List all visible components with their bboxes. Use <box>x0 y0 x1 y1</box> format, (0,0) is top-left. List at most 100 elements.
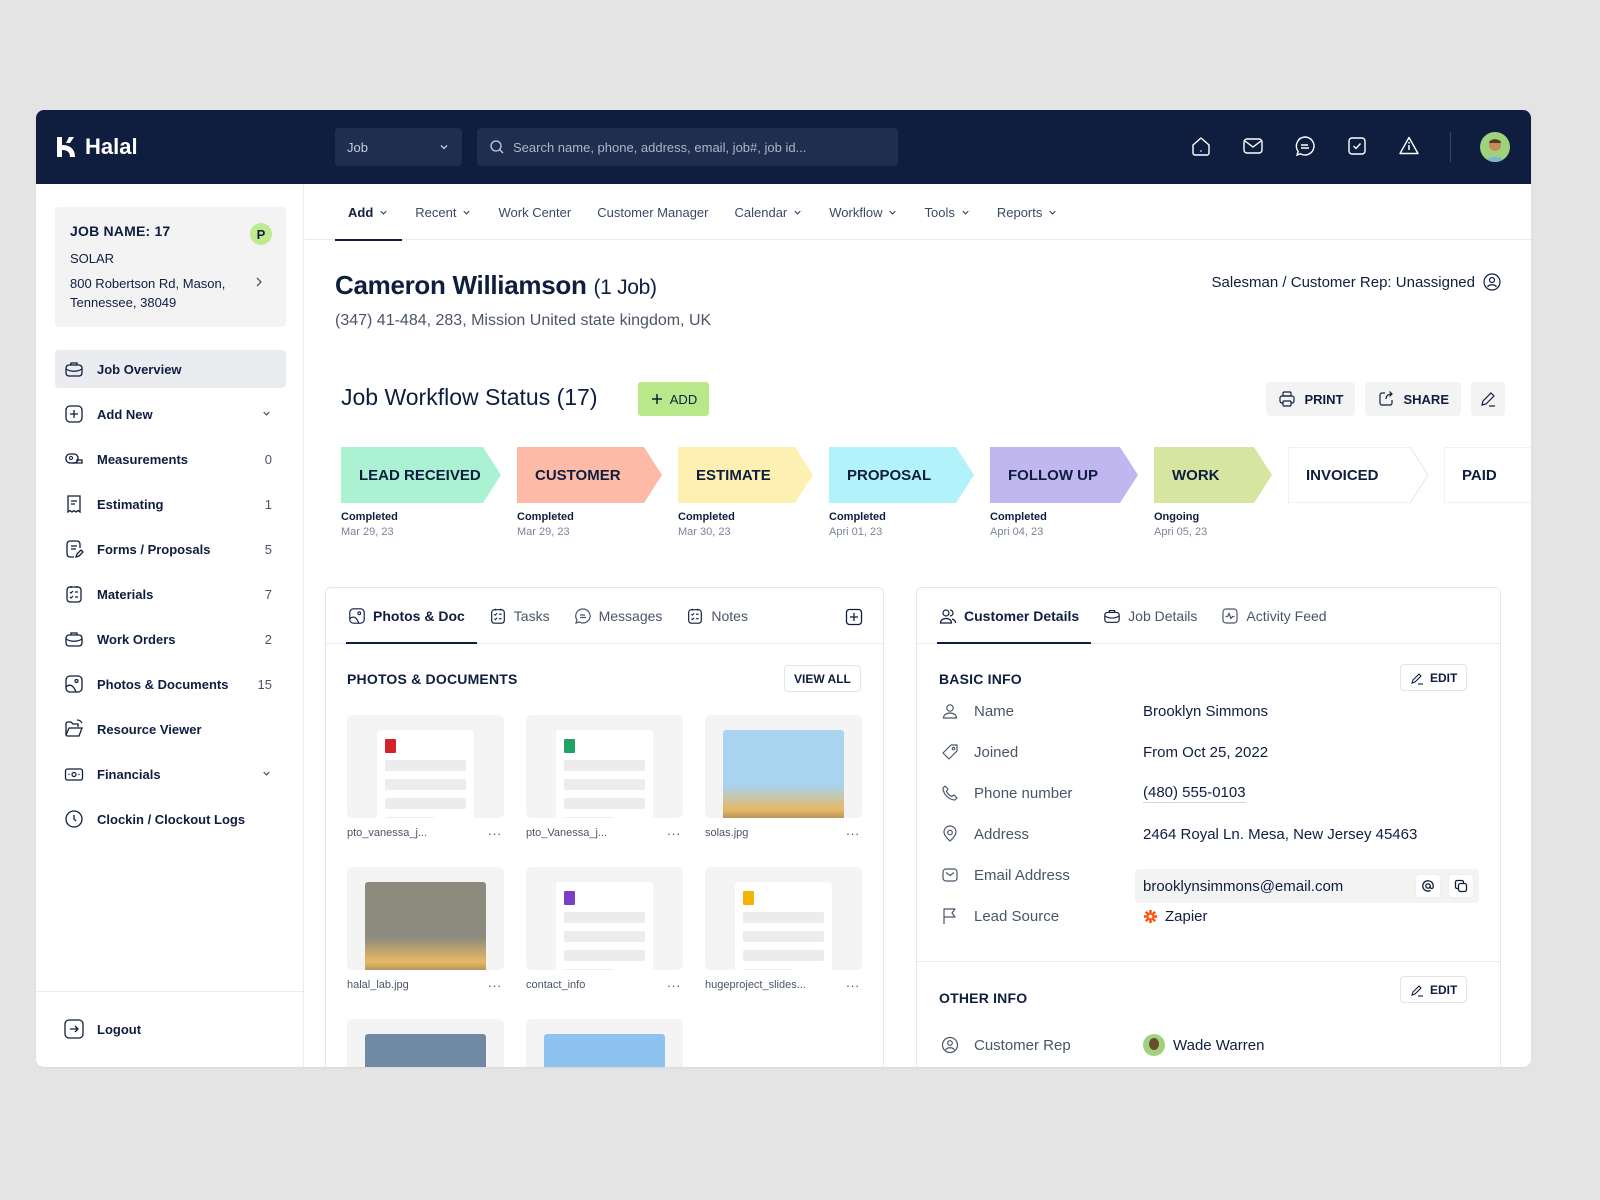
sidebar-item-resource-viewer[interactable]: Resource Viewer <box>55 710 286 748</box>
file-name: solas.jpg <box>705 827 749 839</box>
tab-messages[interactable]: Messages <box>562 588 675 643</box>
job-type-select[interactable]: Job <box>335 128 462 166</box>
tab-job-details[interactable]: Job Details <box>1091 588 1209 643</box>
file-card[interactable]: halal_lab.jpg ... <box>347 867 504 1019</box>
tab-photos-doc[interactable]: Photos & Doc <box>336 588 477 644</box>
menu-recent[interactable]: Recent <box>402 184 485 240</box>
home-icon[interactable] <box>1189 134 1213 158</box>
sidebar-item-estimating[interactable]: Estimating 1 <box>55 485 286 523</box>
tab-customer-details[interactable]: Customer Details <box>927 588 1092 644</box>
workflow-step-work[interactable]: WORK Ongoing Apri 05, 23 <box>1154 447 1272 538</box>
checkbox-icon[interactable] <box>1345 134 1369 158</box>
menu-calendar[interactable]: Calendar <box>722 184 817 240</box>
workflow-actions: PRINT SHARE <box>1266 382 1505 416</box>
more-options-icon[interactable]: ... <box>667 975 681 990</box>
more-options-icon[interactable]: ... <box>667 823 681 838</box>
checklist-icon <box>686 607 704 625</box>
user-avatar[interactable] <box>1480 132 1510 162</box>
file-card[interactable]: hugeproject_slides... ... <box>705 867 862 1019</box>
tab-tasks[interactable]: Tasks <box>477 588 562 643</box>
sidebar-item-photos-documents[interactable]: Photos & Documents 15 <box>55 665 286 703</box>
chevron-right-icon[interactable] <box>254 275 264 293</box>
info-label: Email Address <box>974 866 1070 884</box>
phone-value[interactable]: (480) 555-0103 <box>1143 784 1246 803</box>
info-row-email-address: Email Address <box>939 864 1479 886</box>
file-card[interactable]: pto_Vanessa_j... ... <box>526 715 683 867</box>
share-button[interactable]: SHARE <box>1365 382 1461 416</box>
plus-square-icon <box>63 403 85 425</box>
sidebar-item-label: Work Orders <box>97 631 176 647</box>
workflow-step-follow-up[interactable]: FOLLOW UP Completed Apri 04, 23 <box>990 447 1138 538</box>
search-input[interactable]: Search name, phone, address, email, job#… <box>513 140 806 155</box>
more-options-icon[interactable]: ... <box>488 823 502 838</box>
brand-logo[interactable]: Halal <box>55 134 138 160</box>
step-status: Completed <box>341 511 398 523</box>
chevron-down-icon[interactable] <box>261 767 272 782</box>
menu-tools[interactable]: Tools <box>911 184 983 240</box>
chat-icon[interactable] <box>1293 134 1317 158</box>
chevron-down-icon[interactable] <box>261 407 272 422</box>
sidebar-item-label: Clockin / Clockout Logs <box>97 811 246 827</box>
sidebar-item-add-new[interactable]: Add New <box>55 395 286 433</box>
more-options-icon[interactable]: ... <box>846 975 860 990</box>
clock-icon <box>63 808 85 830</box>
job-card[interactable]: JOB NAME: 17 P SOLAR 800 Robertson Rd, M… <box>55 207 286 327</box>
print-button[interactable]: PRINT <box>1266 382 1356 416</box>
file-name: halal_lab.jpg <box>347 979 409 991</box>
edit-basic-info-button[interactable]: EDIT <box>1400 664 1468 691</box>
file-card[interactable]: contact_info ... <box>526 867 683 1019</box>
sidebar-item-job-overview[interactable]: Job Overview <box>55 350 286 388</box>
menu-add[interactable]: Add <box>335 184 403 241</box>
file-card[interactable] <box>526 1019 683 1067</box>
menu-workflow[interactable]: Workflow <box>816 184 911 240</box>
workflow-step-lead-received[interactable]: LEAD RECEIVED Completed Mar 29, 23 <box>341 447 501 538</box>
file-card[interactable]: pto_vanessa_j... ... <box>347 715 504 867</box>
logout-button[interactable]: Logout <box>63 1018 141 1040</box>
file-card[interactable]: solas.jpg ... <box>705 715 862 867</box>
menu-work-center[interactable]: Work Center <box>485 184 584 240</box>
edit-other-info-button[interactable]: EDIT <box>1400 976 1468 1003</box>
plus-square-icon <box>845 608 863 626</box>
sidebar-item-materials[interactable]: Materials 7 <box>55 575 286 613</box>
menu-reports[interactable]: Reports <box>984 184 1072 240</box>
add-workflow-button[interactable]: ADD <box>638 382 709 416</box>
photo-thumbnail <box>723 730 844 818</box>
workflow-steps: LEAD RECEIVED Completed Mar 29, 23 CUSTO… <box>341 447 1531 538</box>
customer-rep-value[interactable]: Wade Warren <box>1143 1034 1264 1056</box>
step-label: FOLLOW UP <box>1008 466 1098 484</box>
workflow-step-invoiced[interactable]: INVOICED <box>1288 447 1428 538</box>
edit-button[interactable] <box>1471 382 1505 416</box>
workflow-step-estimate[interactable]: ESTIMATE Completed Mar 30, 23 <box>678 447 813 538</box>
sidebar-item-measurements[interactable]: Measurements 0 <box>55 440 286 478</box>
more-options-icon[interactable]: ... <box>488 975 502 990</box>
workflow-step-paid[interactable]: PAID <box>1444 447 1531 538</box>
sheet-file-icon <box>564 739 575 753</box>
tab-activity-feed[interactable]: Activity Feed <box>1209 588 1338 643</box>
view-all-button[interactable]: VIEW ALL <box>784 665 861 692</box>
workflow-step-proposal[interactable]: PROPOSAL Completed Apri 01, 23 <box>829 447 974 538</box>
menu-label: Calendar <box>734 204 788 220</box>
step-label: WORK <box>1172 466 1220 484</box>
folder-open-icon <box>63 718 85 740</box>
menu-customer-manager[interactable]: Customer Manager <box>584 184 721 240</box>
step-date: Mar 29, 23 <box>517 526 570 538</box>
add-tab-button[interactable] <box>845 608 863 631</box>
sidebar-item-work-orders[interactable]: Work Orders 2 <box>55 620 286 658</box>
sidebar-item-label: Forms / Proposals <box>97 541 211 557</box>
share-label: SHARE <box>1403 391 1449 407</box>
customer-rep[interactable]: Salesman / Customer Rep: Unassigned <box>1212 273 1501 291</box>
tab-label: Customer Details <box>964 607 1080 624</box>
sidebar-item-financials[interactable]: Financials <box>55 755 286 793</box>
workflow-step-customer[interactable]: CUSTOMER Completed Mar 29, 23 <box>517 447 662 538</box>
sidebar-item-forms-proposals[interactable]: Forms / Proposals 5 <box>55 530 286 568</box>
file-card[interactable] <box>347 1019 504 1067</box>
sidebar-item-label: Materials <box>97 586 154 602</box>
more-options-icon[interactable]: ... <box>846 823 860 838</box>
mail-icon[interactable] <box>1241 134 1265 158</box>
tab-notes[interactable]: Notes <box>674 588 760 643</box>
search-bar[interactable]: Search name, phone, address, email, job#… <box>477 128 898 166</box>
sidebar-item-clockin-clockout-logs[interactable]: Clockin / Clockout Logs <box>55 800 286 838</box>
document-preview <box>735 882 832 970</box>
sidebar-item-label: Financials <box>97 766 161 782</box>
alert-icon[interactable] <box>1397 134 1421 158</box>
